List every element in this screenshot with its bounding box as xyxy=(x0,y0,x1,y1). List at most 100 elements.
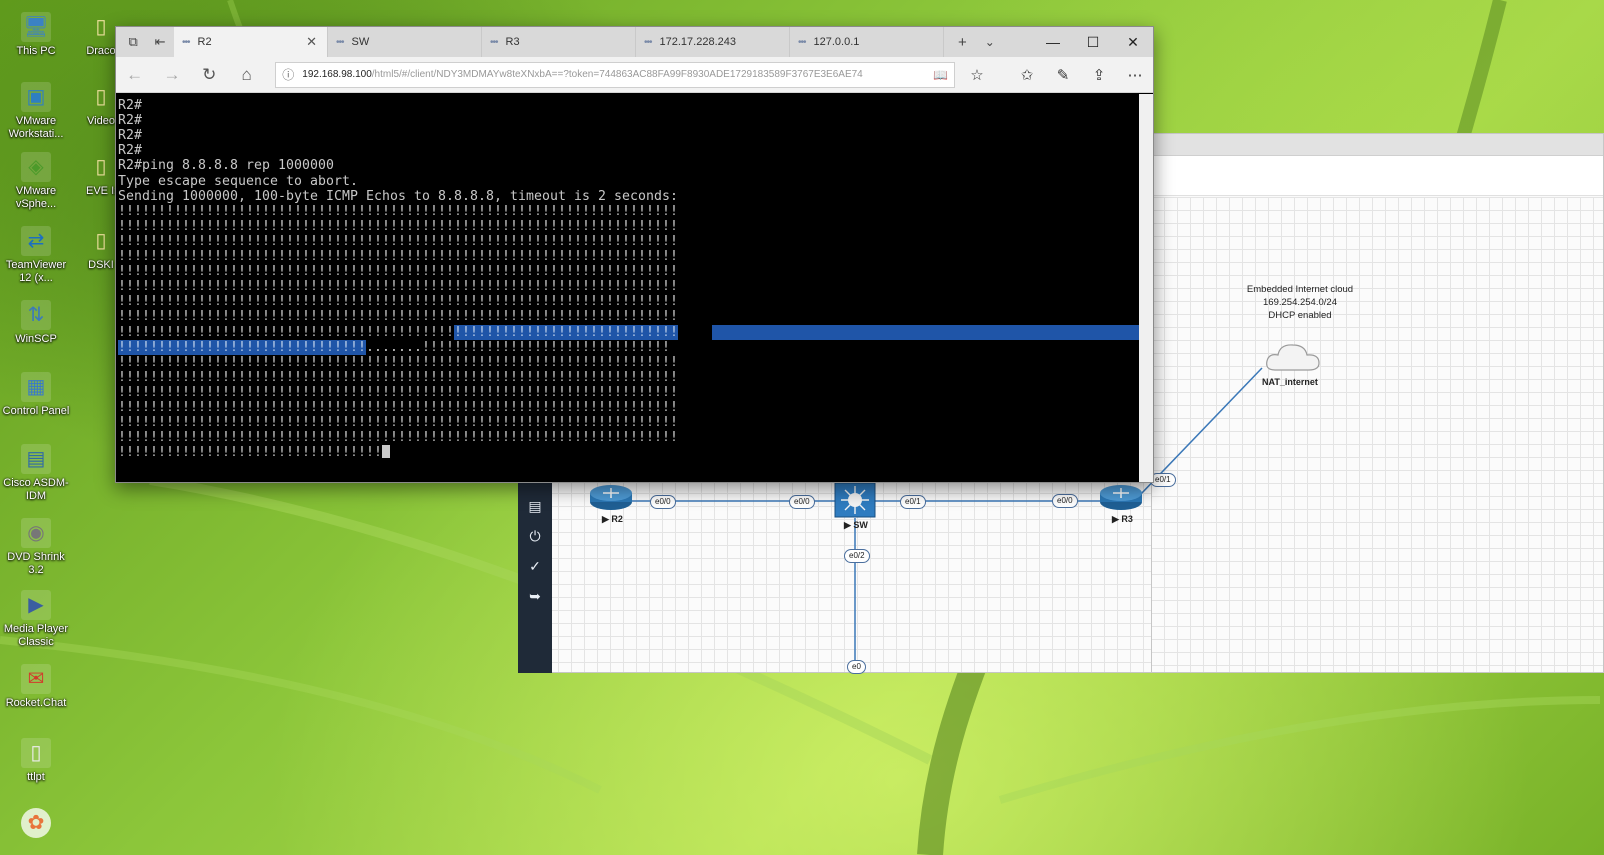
browser-window: ⧉ ⇤ ••• R2 ✕ ••• SW ••• R3 ••• 172.17.228.243 •••… xyxy=(115,26,1154,483)
forward-arrow-icon[interactable]: → xyxy=(153,65,190,85)
terminal-selection xyxy=(712,324,1139,340)
node-name: R3 xyxy=(1121,514,1133,524)
terminal-line: !!!!!!!!!!!!!!!!!!!!!!!!!!!!!!!!!!!!!!!!… xyxy=(118,249,678,264)
terminal-line: Sending 1000000, 100-byte ICMP Echos to … xyxy=(118,188,678,204)
terminal-text: !!!!!!!!!!!!!!!!!!!!!!!!!!!!!!!!!!!!!!!!… xyxy=(118,324,454,340)
terminal-line: !!!!!!!!!!!!!!!!!!!!!!!!!!!!!!!!!!!!!!!!… xyxy=(118,218,678,234)
home-icon[interactable]: ⌂ xyxy=(228,65,265,85)
interface-label: e0/0 xyxy=(789,495,815,509)
terminal-line: !!!!!!!!!!!!!!!!!!!!!!!!!!!!!!!!!!!!!!!!… xyxy=(118,324,678,340)
info-icon[interactable]: ⓘ xyxy=(282,66,294,83)
cloud-caption: Embedded Internet cloud 169.254.254.0/24… xyxy=(1215,283,1385,322)
tab-list-chevron-icon[interactable]: ⌄ xyxy=(985,35,995,49)
tab-strip: ⧉ ⇤ ••• R2 ✕ ••• SW ••• R3 ••• 172.17.228.243 •••… xyxy=(116,27,1153,57)
terminal-line: R2#ping 8.8.8.8 rep 1000000 xyxy=(118,158,334,174)
terminal-line: Type escape sequence to abort. xyxy=(118,173,358,189)
node-label-r2: ▶ R2 xyxy=(602,514,623,524)
terminal-line: !!!!!!!!!!!!!!!!!!!!!!!!!!!!!!!!!!!!!!!!… xyxy=(118,264,678,280)
terminal-line: !!!!!!!!!!!!!!!!!!!!!!!!!!!!!!!!!!!!!!!!… xyxy=(118,279,678,295)
favorites-list-icon[interactable]: ✩ xyxy=(1009,66,1045,84)
terminal-line: R2# xyxy=(118,113,142,129)
terminal-console[interactable]: R2# R2# R2# R2# R2#ping 8.8.8.8 rep 1000000 T… xyxy=(116,94,1139,482)
desktop-shortcut[interactable]: ▯ EVE Insta xyxy=(86,152,116,198)
terminal-selection: !!!!!!!!!!!!!!!!!!!!!!!!!!!! xyxy=(453,324,678,340)
back-arrow-icon[interactable]: ← xyxy=(116,65,153,85)
more-menu-icon[interactable]: ⋯ xyxy=(1117,66,1153,84)
tab-favicon-icon: ••• xyxy=(336,36,344,48)
web-note-pen-icon[interactable]: ✎ xyxy=(1045,66,1081,84)
close-window-icon[interactable]: ✕ xyxy=(1113,34,1153,51)
node-label-sw: ▶ SW xyxy=(844,520,868,530)
terminal-scrollbar[interactable] xyxy=(1139,94,1153,482)
tab-favicon-icon: ••• xyxy=(182,36,190,48)
close-tab-icon[interactable]: ✕ xyxy=(306,34,317,50)
window-controls: — ☐ ✕ xyxy=(1033,27,1153,57)
terminal-line: !!!!!!!!!!!!!!!!!!!!!!!!!!!!!!!!!!!!!!!!… xyxy=(118,430,678,446)
tab-favicon-icon: ••• xyxy=(644,36,652,48)
terminal-line: R2# xyxy=(118,128,142,144)
cloud-icon[interactable] xyxy=(1265,340,1321,374)
interface-label: e0/0 xyxy=(1052,494,1078,508)
cloud-name: NAT_internet xyxy=(1262,377,1318,387)
interface-label: e0/0 xyxy=(650,495,676,509)
desktop-shortcut[interactable]: ▯ DSKI xyxy=(86,226,116,272)
desktop-shortcut-label: Draco xyxy=(86,45,116,57)
terminal-line: !!!!!!!!!!!!!!!!!!!!!!!!!!!!!!!!!!!!!!!!… xyxy=(118,203,678,219)
terminal-line: !!!!!!!!!!!!!!!!!!!!!!!!!!!!!!!!!!!!!!!!… xyxy=(118,354,678,370)
maximize-icon[interactable]: ☐ xyxy=(1073,34,1113,51)
browser-tab[interactable]: ••• R2 ✕ xyxy=(174,27,328,57)
tab-label: SW xyxy=(351,36,370,48)
terminal-line: R2# xyxy=(118,98,142,113)
terminal-selection: !!!!!!!!!!!!!!!!!!!!!!!!!!!!!!! xyxy=(118,339,366,355)
desktop-shortcut-label: Video xyxy=(87,115,115,127)
browser-tab[interactable]: ••• 172.17.228.243 xyxy=(636,27,790,57)
tab-list: ••• R2 ✕ ••• SW ••• R3 ••• 172.17.228.243 ••• 127.… xyxy=(174,27,944,57)
desktop-shortcut-label: DSKI xyxy=(88,259,114,271)
tab-preview-icon[interactable]: ⧉ xyxy=(128,34,137,50)
favorite-star-icon[interactable]: ☆ xyxy=(959,66,995,84)
terminal-line: !!!!!!!!!!!!!!!!!!!!!!!!!!!!!!!!!!!!!!!!… xyxy=(118,369,678,385)
node-name: R2 xyxy=(611,514,623,524)
terminal-line: !!!!!!!!!!!!!!!!!!!!!!!!!!!!!!!!!!!!!!!!… xyxy=(118,400,678,415)
share-icon[interactable]: ⇪ xyxy=(1081,66,1117,84)
terminal-line: !!!!!!!!!!!!!!!!!!!!!!!!!!!!!!!!!!!!!!!!… xyxy=(118,415,678,431)
file-icon: ▯ xyxy=(95,156,107,178)
tab-actions: + ⌄ xyxy=(944,27,995,57)
node-label-r3: ▶ R3 xyxy=(1112,514,1133,524)
interface-label: e0 xyxy=(847,660,866,674)
url-host: 192.168.98.100 xyxy=(302,69,372,80)
url-path: /html5/#/client/NDY3MDMAYw8teXNxbA==?tok… xyxy=(371,69,863,80)
set-aside-tabs-icon[interactable]: ⇤ xyxy=(155,34,166,50)
cloud-caption-line: DHCP enabled xyxy=(1268,310,1332,321)
terminal-line: !!!!!!!!!!!!!!!!!!!!!!!!!!!!!!!!!!!!!!!!… xyxy=(118,294,678,310)
file-icon: ▯ xyxy=(95,86,107,108)
reading-view-icon[interactable]: 📖 xyxy=(927,68,948,82)
browser-tab[interactable]: ••• SW xyxy=(328,27,482,57)
tab-tools: ⧉ ⇤ xyxy=(116,27,174,57)
nav-right-tools: ☆ ✩ ✎ ⇪ ⋯ xyxy=(959,66,1153,84)
minimize-icon[interactable]: — xyxy=(1033,34,1073,50)
tab-label: 127.0.0.1 xyxy=(813,36,860,48)
terminal-line: !!!!!!!!!!!!!!!!!!!!!!!!!!!!!!!!!!!!!!!!… xyxy=(118,309,678,325)
address-bar[interactable]: ⓘ 192.168.98.100/html5/#/client/NDY3MDMA… xyxy=(275,61,955,88)
file-icon: ▯ xyxy=(95,230,107,252)
desktop-shortcut[interactable]: ▯ Video xyxy=(86,82,116,128)
cloud-caption-line: Embedded Internet cloud xyxy=(1246,284,1354,295)
refresh-icon[interactable]: ↻ xyxy=(191,65,228,85)
tab-favicon-icon: ••• xyxy=(490,36,498,48)
router-icon[interactable] xyxy=(588,482,634,512)
cloud-caption-line: 169.254.254.0/24 xyxy=(1263,297,1337,308)
router-icon[interactable] xyxy=(1098,482,1144,512)
desktop-shortcut-label: EVE Insta xyxy=(86,185,116,197)
terminal-text: .......!!!!!!!!!!!!!!!!!!!!!!!!!!!!!!! xyxy=(366,339,670,355)
switch-icon[interactable] xyxy=(834,482,876,518)
new-tab-icon[interactable]: + xyxy=(958,34,967,51)
terminal-cursor xyxy=(382,445,390,459)
node-name: SW xyxy=(853,520,868,530)
browser-tab[interactable]: ••• R3 xyxy=(482,27,636,57)
tab-label: R2 xyxy=(197,36,212,48)
browser-tab[interactable]: ••• 127.0.0.1 xyxy=(790,27,944,57)
terminal-line: R2# xyxy=(118,143,142,159)
desktop-shortcut[interactable]: ▯ Draco xyxy=(86,12,116,58)
terminal-line: !!!!!!!!!!!!!!!!!!!!!!!!!!!!!!!!!!!!!!!!… xyxy=(118,233,678,249)
